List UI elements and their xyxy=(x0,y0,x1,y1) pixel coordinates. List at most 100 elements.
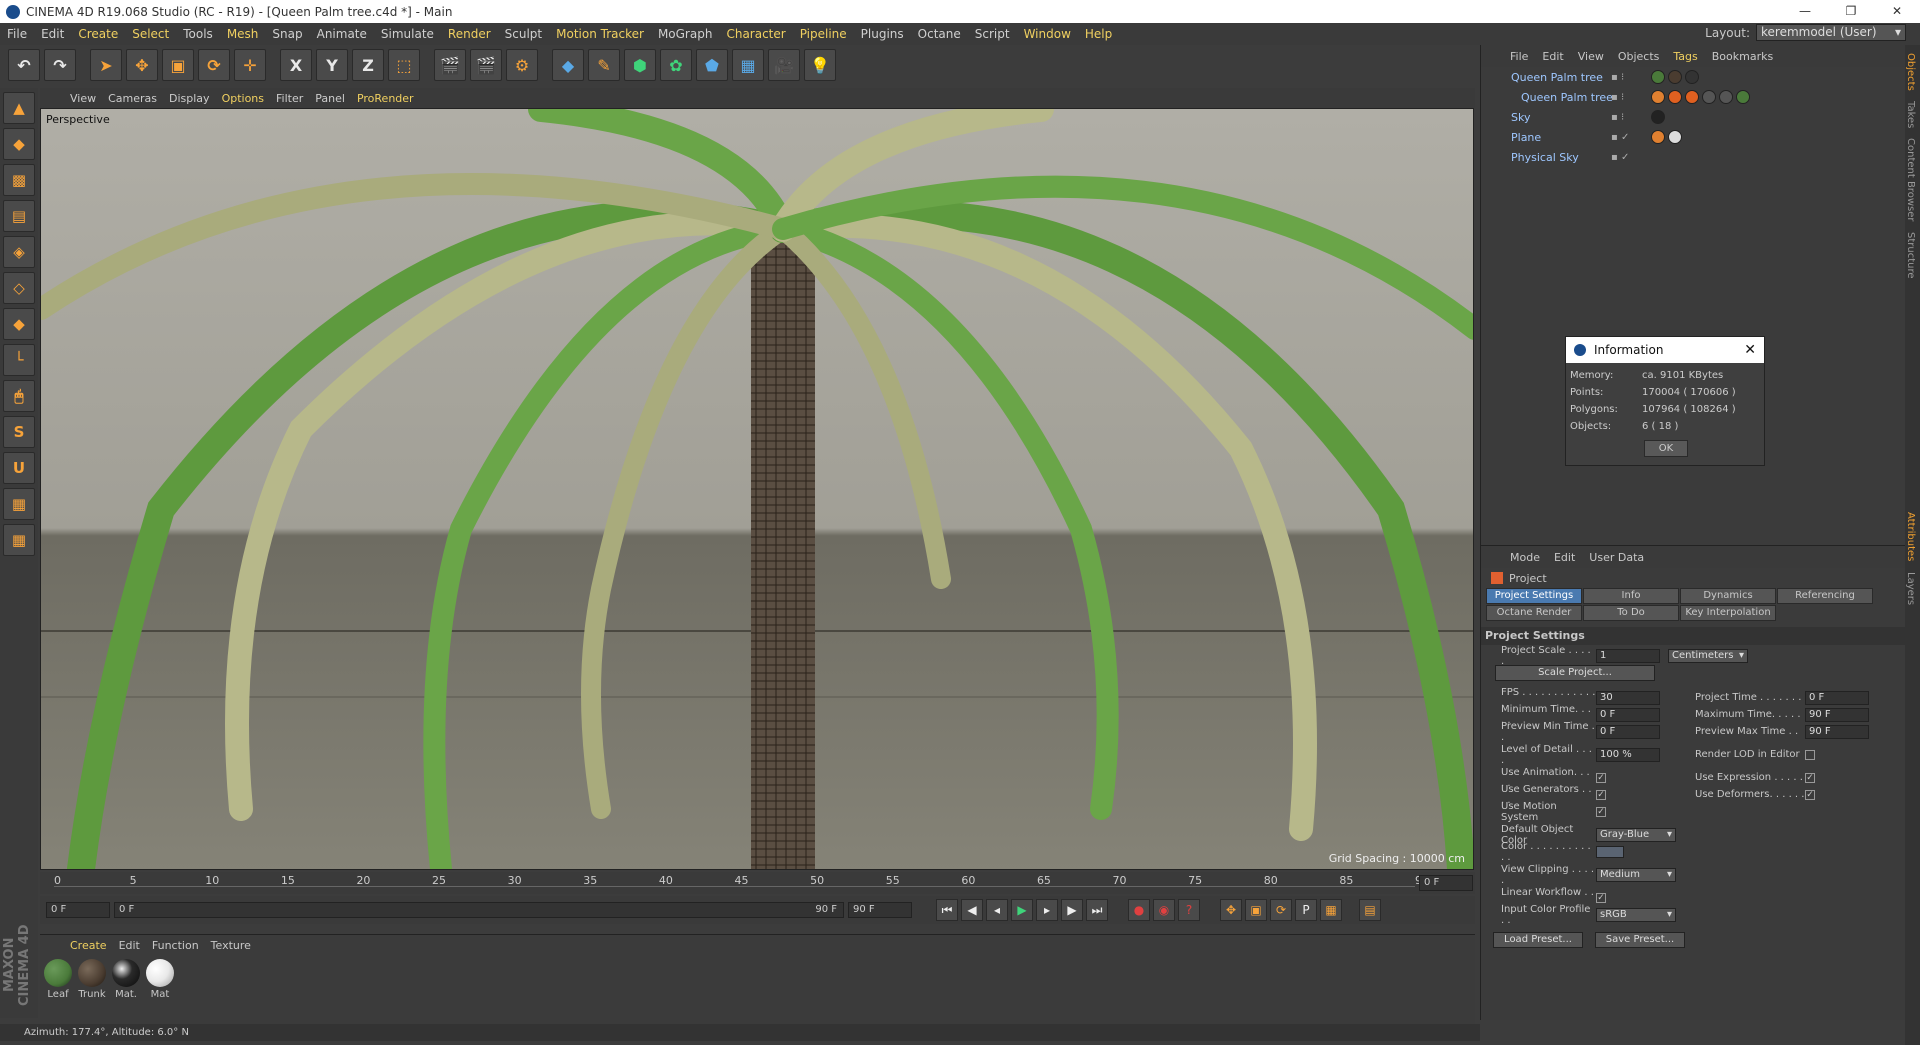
material-tag-icon[interactable] xyxy=(1702,90,1716,104)
material-item[interactable]: Trunk xyxy=(76,959,108,1000)
key-scale-icon[interactable]: ▣ xyxy=(1245,899,1267,921)
deformer-icon[interactable]: ⬟ xyxy=(696,49,728,81)
end-frame-field[interactable]: 90 F xyxy=(848,902,912,918)
tab-to-do[interactable]: To Do xyxy=(1583,605,1679,621)
tag-icon[interactable] xyxy=(1651,90,1665,104)
maximize-icon[interactable]: ❐ xyxy=(1828,0,1874,23)
cloner-icon[interactable]: ✿ xyxy=(660,49,692,81)
key-position-icon[interactable]: ✥ xyxy=(1220,899,1242,921)
floor-scene-icon[interactable]: ▦ xyxy=(732,49,764,81)
make-editable-icon[interactable]: ▲ xyxy=(3,92,35,124)
menu-create[interactable]: Create xyxy=(71,27,125,41)
vp-menu-view[interactable]: View xyxy=(64,92,102,105)
material-tag-icon[interactable] xyxy=(1651,110,1665,124)
go-to-start-icon[interactable]: ⏮ xyxy=(936,899,958,921)
object-row-physical-sky[interactable]: Physical Sky ▪ ✓ xyxy=(1481,147,1905,167)
project-scale-unit-dropdown[interactable]: Centimeters xyxy=(1668,648,1748,663)
material-tag-icon[interactable] xyxy=(1651,70,1665,84)
menu-mograph[interactable]: MoGraph xyxy=(651,27,720,41)
vp-menu-cameras[interactable]: Cameras xyxy=(102,92,163,105)
menu-octane[interactable]: Octane xyxy=(911,27,968,41)
menu-motion-tracker[interactable]: Motion Tracker xyxy=(549,27,651,41)
visibility-icon[interactable]: ▪ ⁝ xyxy=(1611,112,1651,123)
record-icon[interactable]: ● xyxy=(1128,899,1150,921)
recent-tool-icon[interactable]: ✛ xyxy=(234,49,266,81)
attr-menu-edit[interactable]: Edit xyxy=(1547,551,1582,564)
preview-range-slider[interactable]: 0 F 90 F xyxy=(114,902,844,918)
coordinate-system-icon[interactable]: ⬚ xyxy=(388,49,420,81)
tag-icon[interactable] xyxy=(1685,90,1699,104)
side-tab-attributes[interactable]: Attributes xyxy=(1905,510,1916,563)
object-row-queen-palm-tree[interactable]: Queen Palm tree ▪ ⁝ xyxy=(1481,67,1905,87)
side-tab-content-browser[interactable]: Content Browser xyxy=(1905,136,1916,223)
layout-dropdown[interactable]: keremmodel (User) xyxy=(1756,24,1906,41)
tab-referencing[interactable]: Referencing xyxy=(1777,588,1873,604)
go-to-end-icon[interactable]: ⏭ xyxy=(1086,899,1108,921)
start-frame-field[interactable]: 0 F xyxy=(46,902,110,918)
previous-frame-icon[interactable]: ◂ xyxy=(986,899,1008,921)
pen-spline-icon[interactable]: ✎ xyxy=(588,49,620,81)
menu-character[interactable]: Character xyxy=(719,27,792,41)
current-frame-field[interactable]: 0 F xyxy=(1419,875,1473,891)
obj-menu-tags[interactable]: Tags xyxy=(1666,50,1704,63)
live-selection-icon[interactable]: ➤ xyxy=(90,49,122,81)
perspective-viewport[interactable]: Perspective Grid Spacing: 10000 cm xyxy=(40,108,1474,870)
project-scale-field[interactable]: 1 xyxy=(1596,648,1660,663)
workplane-mode-icon[interactable]: ▤ xyxy=(3,200,35,232)
object-row-sky[interactable]: Sky ▪ ⁝ xyxy=(1481,107,1905,127)
workplane-lock-icon[interactable]: ▦ xyxy=(3,488,35,520)
preview-min-field[interactable]: 0 F xyxy=(1596,724,1660,739)
vp-menu-options[interactable]: Options xyxy=(216,92,270,105)
menu-simulate[interactable]: Simulate xyxy=(374,27,441,41)
material-tag-icon[interactable] xyxy=(1719,90,1733,104)
tab-octane-render[interactable]: Octane Render xyxy=(1486,605,1582,621)
menu-edit[interactable]: Edit xyxy=(34,27,71,41)
material-tag-icon[interactable] xyxy=(1685,70,1699,84)
scale-icon[interactable]: ▣ xyxy=(162,49,194,81)
cube-primitive-icon[interactable]: ◆ xyxy=(552,49,584,81)
points-mode-icon[interactable]: ◈ xyxy=(3,236,35,268)
menu-snap[interactable]: Snap xyxy=(265,27,309,41)
menu-file[interactable]: File xyxy=(0,27,34,41)
mat-menu-create[interactable]: Create xyxy=(64,939,113,952)
material-item[interactable]: Mat. xyxy=(110,959,142,1000)
y-axis-lock-icon[interactable]: Y xyxy=(316,49,348,81)
next-key-icon[interactable]: ▶ xyxy=(1061,899,1083,921)
visibility-icon[interactable]: ▪ ⁝ xyxy=(1611,72,1651,83)
attr-menu-mode[interactable]: Mode xyxy=(1503,551,1547,564)
vp-menu-panel[interactable]: Panel xyxy=(309,92,351,105)
fps-field[interactable]: 30 xyxy=(1596,690,1660,705)
side-tab-layers[interactable]: Layers xyxy=(1905,570,1916,607)
preview-max-field[interactable]: 90 F xyxy=(1805,724,1869,739)
max-time-field[interactable]: 90 F xyxy=(1805,707,1869,722)
vp-menu-prorender[interactable]: ProRender xyxy=(351,92,420,105)
polygons-mode-icon[interactable]: ◆ xyxy=(3,308,35,340)
min-time-field[interactable]: 0 F xyxy=(1596,707,1660,722)
obj-menu-edit[interactable]: Edit xyxy=(1535,50,1570,63)
menu-render[interactable]: Render xyxy=(441,27,498,41)
attr-menu-user-data[interactable]: User Data xyxy=(1582,551,1651,564)
tweak-mode-icon[interactable]: 🖱 xyxy=(3,380,35,412)
camera-icon[interactable]: 🎥 xyxy=(768,49,800,81)
tag-icon[interactable] xyxy=(1651,130,1665,144)
material-tag-icon[interactable] xyxy=(1736,90,1750,104)
scale-project-button[interactable]: Scale Project... xyxy=(1495,664,1655,681)
menu-pipeline[interactable]: Pipeline xyxy=(793,27,854,41)
tag-icon[interactable] xyxy=(1668,90,1682,104)
menu-window[interactable]: Window xyxy=(1017,27,1078,41)
menu-mesh[interactable]: Mesh xyxy=(220,27,266,41)
mat-menu-function[interactable]: Function xyxy=(146,939,205,952)
material-tag-icon[interactable] xyxy=(1668,70,1682,84)
load-preset-button[interactable]: Load Preset... xyxy=(1493,931,1583,948)
tab-dynamics[interactable]: Dynamics xyxy=(1680,588,1776,604)
material-item[interactable]: Mat xyxy=(144,959,176,1000)
undo-icon[interactable]: ↶ xyxy=(8,49,40,81)
model-mode-icon[interactable]: ◆ xyxy=(3,128,35,160)
close-icon[interactable]: ✕ xyxy=(1874,0,1920,23)
grid-icon[interactable]: ▦ xyxy=(3,524,35,556)
object-row-plane[interactable]: Plane ▪ ✓ xyxy=(1481,127,1905,147)
key-pla-icon[interactable]: ▦ xyxy=(1320,899,1342,921)
default-color-dropdown[interactable]: Gray-Blue xyxy=(1596,827,1676,842)
timeline-ruler[interactable]: 051015202530354045505560657075808590 0 F xyxy=(40,872,1475,894)
side-tab-takes[interactable]: Takes xyxy=(1905,99,1916,130)
